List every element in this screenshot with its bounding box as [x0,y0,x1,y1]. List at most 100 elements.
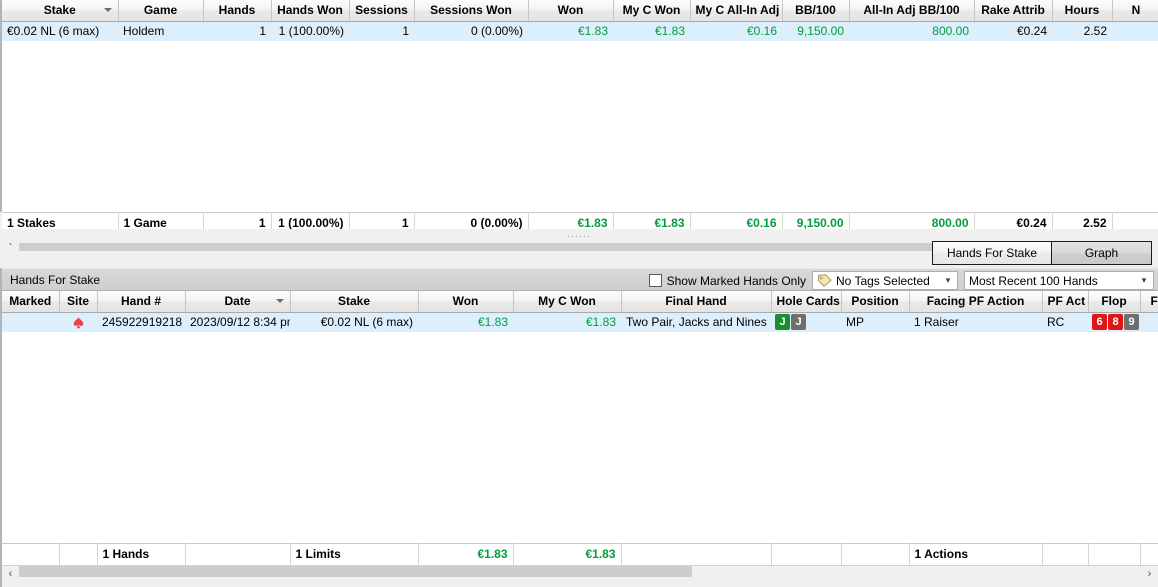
stake-header-row: Stake Game Hands Hands Won Sessions Sess… [2,0,1158,22]
tab-hands-for-stake[interactable]: Hands For Stake [932,242,1051,264]
hands-table-empty-area [2,332,1158,543]
stake-col-header-game[interactable]: Game [118,0,204,22]
stake-table-body: €0.02 NL (6 max) Holdem 1 1 (100.00%) 1 … [2,21,1158,42]
total-marked [2,542,60,565]
cell-stake: €0.02 NL (6 max) [290,312,418,333]
chevron-down-icon[interactable]: ▾ [942,275,954,286]
cell-won: €1.83 [528,21,613,42]
stake-col-header-rake-attrib[interactable]: Rake Attrib [974,0,1053,22]
total-hands: 1 Hands [97,542,186,565]
total-date [185,542,291,565]
stake-col-header-sessions-won[interactable]: Sessions Won [414,0,529,22]
stake-col-header-allin-adj-bb100[interactable]: All-In Adj BB/100 [849,0,975,22]
total-position [841,542,910,565]
cell-sessions: 1 [349,21,414,42]
hands-col-header-f-a[interactable]: F A [1140,291,1158,313]
window-bottom-strip [2,577,1158,587]
tab-graph[interactable]: Graph [1051,242,1151,264]
table-row[interactable]: 245922919218 2023/09/12 8:34 pm €0.02 NL… [2,312,1158,333]
stake-col-header-stake[interactable]: Stake [2,0,119,22]
hands-panel-toolbar: Hands For Stake Show Marked Hands Only N… [2,268,1158,291]
total-my-c-won: €1.83 [513,542,622,565]
flop-cards-group: 689 [1092,314,1139,330]
cell-my-c-won: €1.83 [513,312,621,333]
stake-col-header-bb100[interactable]: BB/100 [782,0,850,22]
hands-table: Marked Site Hand # Date Stake Won My C W… [2,291,1158,333]
playing-card: J [775,314,790,330]
hands-panel-title: Hands For Stake [10,272,101,287]
stake-col-header-my-c-won[interactable]: My C Won [613,0,691,22]
tag-filter-dropdown[interactable]: No Tags Selected ▾ [812,271,958,290]
hands-col-header-stake[interactable]: Stake [290,291,419,313]
stake-col-header-hands-won[interactable]: Hands Won [271,0,350,22]
recent-hands-value: Most Recent 100 Hands [969,273,1098,288]
hands-col-header-my-c-won[interactable]: My C Won [513,291,622,313]
total-pf-act [1042,542,1089,565]
cell-f-a [1140,312,1158,333]
hands-col-header-date[interactable]: Date [185,291,291,313]
cell-hands: 1 [203,21,271,42]
cell-hands-won: 1 (100.00%) [271,21,349,42]
total-f-a [1140,542,1158,565]
total-won: €1.83 [418,542,514,565]
stake-col-header-n[interactable]: N [1112,0,1158,22]
hands-totals-table: 1 Hands 1 Limits €1.83 €1.83 1 Actions [2,542,1158,565]
cell-rake-attrib: €0.24 [974,21,1052,42]
stake-col-header-won[interactable]: Won [528,0,614,22]
show-marked-hands-only-label: Show Marked Hands Only [666,273,806,288]
hands-col-header-won[interactable]: Won [418,291,514,313]
playing-card: 8 [1108,314,1123,330]
cell-flop: 689 [1088,312,1140,333]
table-row[interactable]: €0.02 NL (6 max) Holdem 1 1 (100.00%) 1 … [2,21,1158,42]
cell-date: 2023/09/12 8:34 pm [185,312,290,333]
stake-table: Stake Game Hands Hands Won Sessions Sess… [2,0,1158,42]
hands-col-header-facing-pf-action[interactable]: Facing PF Action [909,291,1043,313]
hands-col-header-hand-number[interactable]: Hand # [97,291,186,313]
tag-icon [817,274,832,287]
total-actions: 1 Actions [909,542,1043,565]
cell-bb100: 9,150.00 [782,21,849,42]
hands-col-header-site[interactable]: Site [59,291,98,313]
cell-won: €1.83 [418,312,513,333]
hands-totals-row: 1 Hands 1 Limits €1.83 €1.83 1 Actions [2,542,1158,565]
hands-col-header-hole-cards[interactable]: Hole Cards [771,291,842,313]
chevron-down-icon[interactable]: ▾ [1138,275,1150,286]
stake-col-header-hands[interactable]: Hands [203,0,272,22]
show-marked-hands-only-checkbox[interactable]: Show Marked Hands Only [648,273,806,288]
pokerstars-spade-icon [73,317,84,329]
cell-my-c-allin-adj: €0.16 [690,21,782,42]
col-label: Stake [43,3,76,18]
cell-hand-number: 245922919218 [97,312,185,333]
hands-col-header-final-hand[interactable]: Final Hand [621,291,772,313]
hands-col-header-flop[interactable]: Flop [1088,291,1141,313]
hole-cards-group: JJ [775,314,806,330]
hands-table-header: Marked Site Hand # Date Stake Won My C W… [2,291,1158,313]
hands-col-header-marked[interactable]: Marked [2,291,60,313]
hands-col-header-pf-act[interactable]: PF Act [1042,291,1089,313]
hands-col-header-position[interactable]: Position [841,291,910,313]
stake-col-header-my-c-allin-adj[interactable]: My C All-In Adj [690,0,783,22]
cell-facing-pf-action: 1 Raiser [909,312,1042,333]
playing-card: 6 [1092,314,1107,330]
stake-col-header-sessions[interactable]: Sessions [349,0,415,22]
total-hole-cards [771,542,842,565]
hands-panel: Hands For Stake Show Marked Hands Only N… [0,268,1158,587]
cell-hole-cards: JJ [771,312,841,333]
sort-descending-icon [103,8,112,13]
stake-summary-panel: Stake Game Hands Hands Won Sessions Sess… [0,0,1158,251]
cell-stake: €0.02 NL (6 max) [2,21,118,42]
cell-game: Holdem [118,21,203,42]
cell-sessions-won: 0 (0.00%) [414,21,528,42]
checkbox-icon[interactable] [648,274,662,287]
total-flop [1088,542,1141,565]
tag-filter-value: No Tags Selected [836,273,930,288]
recent-hands-dropdown[interactable]: Most Recent 100 Hands ▾ [964,271,1154,290]
cell-n [1112,21,1158,42]
cell-marked[interactable] [2,312,59,333]
stake-table-empty-area [2,41,1158,212]
cell-final-hand: Two Pair, Jacks and Nines [621,312,771,333]
playing-card: J [791,314,806,330]
hands-filter-controls: Show Marked Hands Only No Tags Selected … [648,271,1154,290]
stake-col-header-hours[interactable]: Hours [1052,0,1113,22]
view-tab-group: Hands For Stake Graph [931,241,1152,265]
